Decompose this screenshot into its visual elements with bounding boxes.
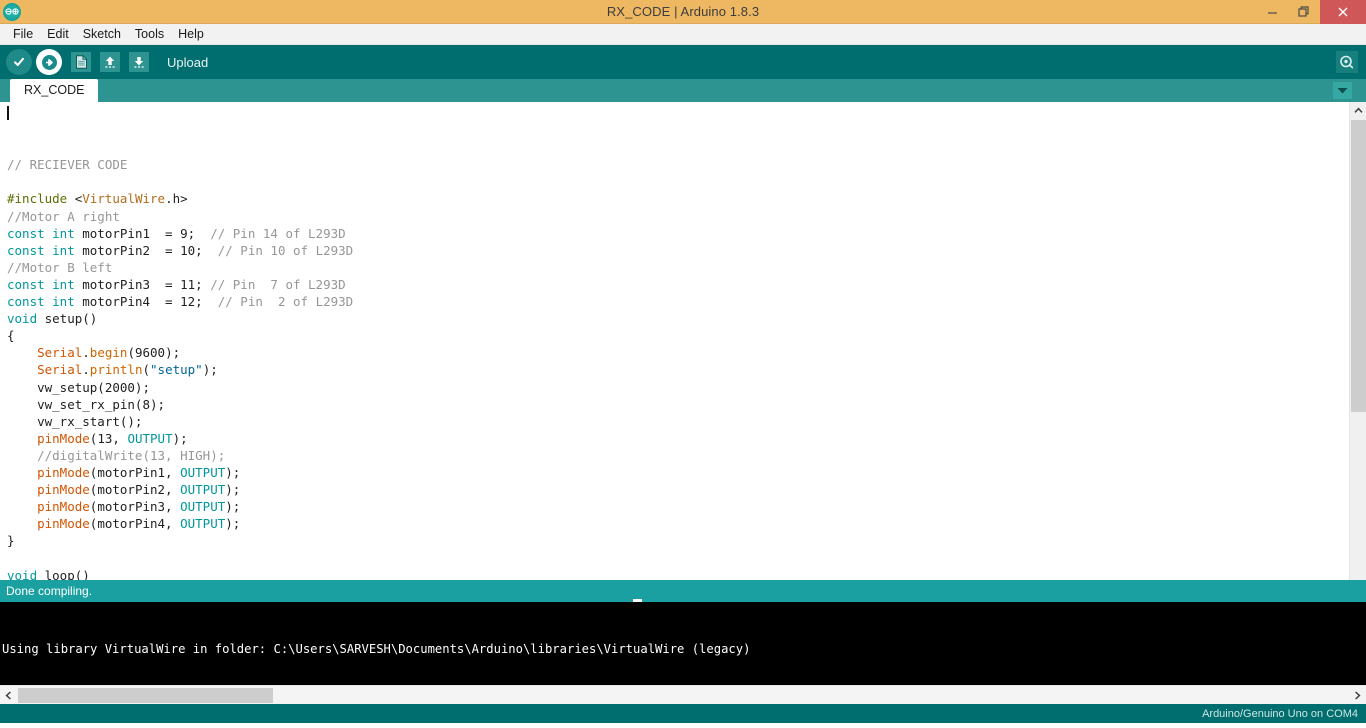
verify-button[interactable] (6, 49, 32, 75)
code-line: Serial.println("setup"); (37, 362, 218, 378)
arrow-down-icon (134, 57, 144, 68)
code-line: //Motor B left (7, 259, 113, 275)
window-controls (1256, 0, 1366, 24)
console-scroll-marker (633, 599, 642, 602)
new-sketch-button[interactable] (71, 52, 91, 72)
checkmark-icon (14, 57, 24, 66)
tab-rx-code[interactable]: RX_CODE (10, 79, 99, 102)
editor-vertical-scrollbar[interactable] (1349, 102, 1366, 580)
menu-bar: File Edit Sketch Tools Help (0, 24, 1366, 45)
title-bar: RX_CODE | Arduino 1.8.3 (0, 0, 1366, 24)
close-button[interactable] (1320, 0, 1366, 24)
console-horizontal-scrollbar[interactable] (0, 685, 1366, 704)
toolbar-action-label: Upload (167, 54, 209, 70)
code-line: const int motorPin4 = 12; // Pin 2 of L2… (7, 294, 354, 310)
code-line: pinMode(motorPin3, OUTPUT); (37, 499, 241, 515)
code-line: vw_setup(2000); (7, 379, 150, 395)
code-line: const int motorPin3 = 11; // Pin 7 of L2… (7, 276, 346, 292)
serial-monitor-button[interactable] (1336, 51, 1358, 73)
tab-menu-button[interactable] (1333, 82, 1352, 99)
chevron-up-icon (1353, 107, 1363, 113)
code-line: { (7, 328, 15, 344)
code-line: vw_set_rx_pin(8); (7, 396, 166, 412)
code-line: } (7, 533, 15, 549)
code-line: vw_rx_start(); (7, 413, 143, 429)
code-line: #include <VirtualWire.h> (7, 191, 188, 207)
serial-monitor-icon (1340, 55, 1354, 69)
chevron-right-icon (1355, 690, 1361, 700)
code-line: Serial.begin(9600); (37, 345, 181, 361)
code-line: void setup() (7, 311, 98, 327)
arduino-logo-icon (3, 2, 21, 21)
code-editor[interactable]: // RECIEVER CODE #include <VirtualWire.h… (0, 102, 1349, 580)
text-caret (7, 106, 9, 120)
menu-edit[interactable]: Edit (40, 25, 76, 44)
footer-bar: Arduino/Genuino Uno on COM4 (0, 704, 1366, 723)
code-line: // RECIEVER CODE (7, 157, 128, 173)
chevron-left-icon (5, 690, 11, 700)
code-line: pinMode(13, OUTPUT); (37, 430, 188, 446)
code-line: const int motorPin1 = 9; // Pin 14 of L2… (7, 225, 346, 241)
scroll-thumb[interactable] (1351, 120, 1366, 412)
code-line: pinMode(motorPin2, OUTPUT); (37, 482, 241, 498)
code-line: pinMode(motorPin1, OUTPUT); (37, 464, 241, 480)
status-message: Done compiling. (6, 584, 93, 598)
scroll-left-button[interactable] (0, 687, 17, 704)
console-output[interactable]: Using library VirtualWire in folder: C:\… (0, 602, 1366, 685)
menu-tools[interactable]: Tools (128, 25, 171, 44)
code-line: void loop() (7, 567, 90, 580)
chevron-down-icon (1337, 88, 1348, 94)
editor-area: // RECIEVER CODE #include <VirtualWire.h… (0, 102, 1366, 580)
menu-file[interactable]: File (6, 25, 40, 44)
console-line: Using library VirtualWire in folder: C:\… (2, 642, 751, 656)
open-sketch-button[interactable] (100, 52, 120, 72)
window-title: RX_CODE | Arduino 1.8.3 (606, 4, 760, 19)
hscroll-thumb[interactable] (18, 688, 273, 703)
tab-bar: RX_CODE (0, 79, 1366, 102)
code-line: //Motor A right (7, 208, 120, 224)
code-content: // RECIEVER CODE #include <VirtualWire.h… (7, 156, 1349, 580)
toolbar: Upload (0, 45, 1366, 79)
arrow-up-icon (105, 56, 115, 68)
board-status: Arduino/Genuino Uno on COM4 (1202, 707, 1358, 720)
code-line: pinMode(motorPin4, OUTPUT); (37, 516, 241, 532)
save-sketch-button[interactable] (129, 52, 149, 72)
new-file-icon (75, 55, 87, 69)
scroll-up-button[interactable] (1350, 102, 1366, 119)
upload-button[interactable] (36, 49, 62, 75)
code-line: //digitalWrite(13, HIGH); (7, 447, 226, 463)
arrow-right-icon (41, 54, 57, 70)
code-line: const int motorPin2 = 10; // Pin 10 of L… (7, 242, 354, 258)
minimize-button[interactable] (1256, 0, 1288, 24)
maximize-restore-button[interactable] (1288, 0, 1320, 24)
status-bar: Done compiling. (0, 580, 1366, 602)
menu-help[interactable]: Help (171, 25, 211, 44)
menu-sketch[interactable]: Sketch (76, 25, 128, 44)
scroll-right-button[interactable] (1349, 687, 1366, 704)
